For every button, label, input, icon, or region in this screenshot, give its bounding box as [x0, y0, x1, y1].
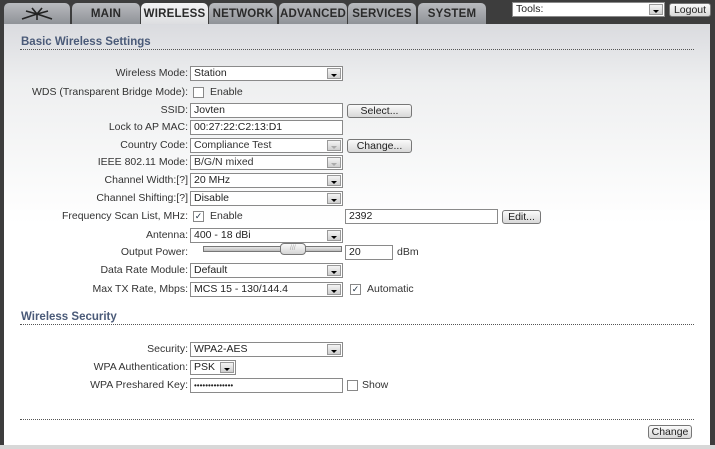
chevron-down-icon — [327, 265, 341, 276]
select-ssid-button[interactable]: Select... — [347, 104, 412, 118]
tab-services[interactable]: SERVICES — [348, 3, 416, 24]
output-power-input[interactable]: 20 — [345, 245, 393, 260]
security-select[interactable]: WPA2-AES — [190, 342, 343, 357]
tools-select[interactable]: Tools: — [512, 2, 665, 17]
tab-network[interactable]: NETWORK — [209, 3, 277, 24]
wpa-auth-select[interactable]: PSK — [190, 360, 236, 375]
footer-strip — [0, 445, 715, 449]
ubiquiti-logo-icon — [21, 7, 53, 20]
wds-checkbox[interactable] — [193, 87, 204, 98]
lock-mac-input[interactable]: 00:27:22:C2:13:D1 — [190, 120, 343, 135]
divider — [20, 419, 694, 420]
tab-advanced[interactable]: ADVANCED — [279, 3, 347, 24]
divider — [20, 49, 694, 50]
channel-width-value: 20 MHz — [194, 174, 231, 186]
ieee-mode-label: IEEE 802.11 Mode: — [97, 156, 188, 168]
channel-width-label[interactable]: Channel Width:[?] — [105, 174, 188, 186]
wpa-key-label: WPA Preshared Key: — [90, 379, 188, 391]
freq-scan-enable-label: Enable — [210, 210, 243, 222]
channel-shifting-label[interactable]: Channel Shifting:[?] — [96, 192, 188, 204]
wireless-mode-value: Station — [194, 67, 227, 79]
wireless-mode-select[interactable]: Station — [190, 66, 343, 81]
logout-button[interactable]: Logout — [669, 3, 711, 17]
tab-logo[interactable] — [4, 3, 70, 24]
chevron-down-icon — [220, 362, 234, 373]
channel-width-select[interactable]: 20 MHz — [190, 173, 343, 188]
ieee-mode-select[interactable]: B/G/N mixed — [190, 155, 343, 170]
max-tx-select[interactable]: MCS 15 - 130/144.4 — [190, 282, 343, 297]
chevron-down-icon — [327, 284, 341, 295]
ssid-input[interactable]: Jovten — [190, 103, 343, 118]
wireless-mode-label: Wireless Mode: — [115, 67, 188, 79]
chevron-down-icon — [327, 230, 341, 241]
tab-wireless[interactable]: WIRELESS — [141, 3, 208, 25]
tab-system[interactable]: SYSTEM — [418, 3, 486, 24]
max-tx-automatic-checkbox[interactable]: ✓ — [350, 284, 361, 295]
wds-label: WDS (Transparent Bridge Mode): — [32, 86, 188, 98]
country-code-value: Compliance Test — [194, 139, 272, 151]
wpa-key-input[interactable]: •••••••••••••• — [190, 378, 343, 393]
output-power-unit: dBm — [397, 246, 419, 258]
tools-value: Tools: — [516, 3, 544, 15]
lock-mac-label: Lock to AP MAC: — [108, 121, 188, 133]
country-code-select[interactable]: Compliance Test — [190, 138, 343, 153]
wireless-security-title: Wireless Security — [21, 311, 117, 323]
ssid-label: SSID: — [160, 104, 188, 116]
show-key-label: Show — [362, 379, 389, 391]
security-label: Security: — [147, 343, 188, 355]
change-country-button[interactable]: Change... — [347, 139, 412, 153]
channel-shifting-value: Disable — [194, 192, 230, 204]
chevron-down-icon — [327, 157, 341, 168]
max-tx-value: MCS 15 - 130/144.4 — [194, 283, 288, 295]
edit-freq-button[interactable]: Edit... — [502, 210, 541, 224]
basic-settings-title: Basic Wireless Settings — [21, 36, 151, 48]
chevron-down-icon — [649, 4, 663, 15]
antenna-select[interactable]: 400 - 18 dBi — [190, 228, 343, 243]
output-power-slider-thumb[interactable]: /// — [279, 243, 306, 255]
freq-scan-input[interactable]: 2392 — [345, 209, 498, 224]
tab-main[interactable]: MAIN — [72, 3, 140, 24]
antenna-value: 400 - 18 dBi — [194, 229, 251, 241]
wds-enable-label: Enable — [210, 86, 243, 98]
data-rate-select[interactable]: Default — [190, 263, 343, 278]
output-power-slider-track[interactable] — [203, 246, 342, 252]
chevron-down-icon — [327, 344, 341, 355]
wpa-auth-label: WPA Authentication: — [93, 361, 188, 373]
max-tx-label: Max TX Rate, Mbps: — [92, 283, 188, 295]
freq-scan-checkbox[interactable]: ✓ — [193, 211, 204, 222]
output-power-label: Output Power: — [120, 246, 188, 258]
wpa-auth-value: PSK — [194, 361, 216, 373]
max-tx-automatic-label: Automatic — [367, 283, 414, 295]
antenna-label: Antenna: — [145, 229, 188, 241]
country-code-label: Country Code: — [120, 139, 188, 151]
chevron-down-icon — [327, 68, 341, 79]
change-button[interactable]: Change — [648, 425, 692, 439]
chevron-down-icon — [327, 193, 341, 204]
freq-scan-label: Frequency Scan List, MHz: — [61, 210, 188, 222]
data-rate-label: Data Rate Module: — [100, 264, 188, 276]
chevron-down-icon — [327, 140, 341, 151]
chevron-down-icon — [327, 175, 341, 186]
security-value: WPA2-AES — [194, 343, 248, 355]
data-rate-value: Default — [194, 264, 228, 276]
divider — [20, 324, 694, 325]
ieee-mode-value: B/G/N mixed — [194, 156, 254, 168]
channel-shifting-select[interactable]: Disable — [190, 191, 343, 206]
show-key-checkbox[interactable] — [347, 380, 358, 391]
